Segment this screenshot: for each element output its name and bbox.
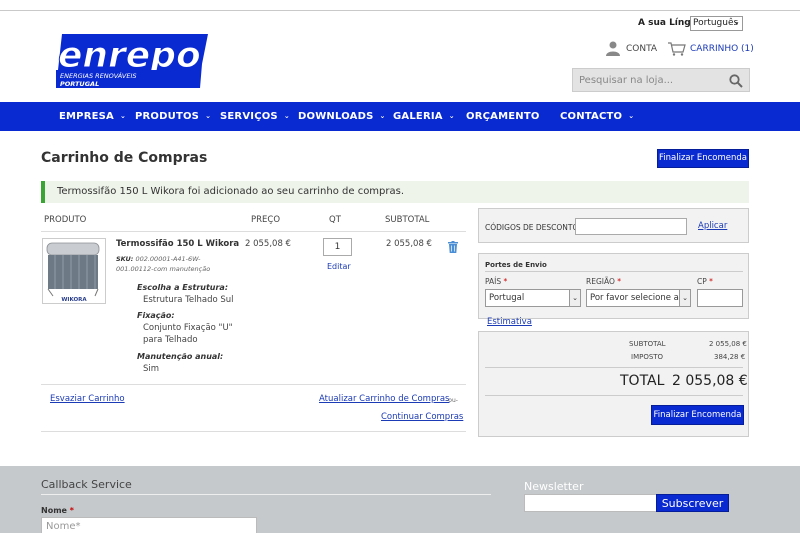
nav-item-downloads[interactable]: DOWNLOADS ⌄ — [298, 111, 386, 122]
logo-line2: PORTUGAL — [60, 80, 99, 88]
option-label-maintenance: Manutenção anual: — [137, 352, 224, 361]
empty-cart-link[interactable]: Esvaziar Carrinho — [50, 394, 125, 404]
zip-label: CP * — [697, 277, 713, 286]
shipping-panel: Portes de Envio PAÍS * REGIÃO * CP * Por… — [478, 253, 749, 319]
totals-divider — [485, 367, 743, 368]
table-divider — [41, 431, 466, 432]
search-box[interactable]: Pesquisar na loja... — [572, 68, 750, 92]
edit-item-link[interactable]: Editar — [327, 262, 351, 271]
discount-code-input[interactable] — [575, 218, 687, 235]
product-image[interactable]: WIKORA — [42, 238, 106, 304]
subtotal-value: 2 055,08 € — [709, 340, 747, 348]
tax-label: IMPOSTO — [631, 353, 664, 361]
cart-link[interactable]: CARRINHO (1) — [690, 44, 754, 54]
grand-total-label: TOTAL — [620, 373, 665, 389]
country-select[interactable]: Portugal ⌄ — [485, 289, 581, 307]
quantity-input[interactable]: 1 — [323, 238, 352, 256]
apply-discount-link[interactable]: Aplicar — [698, 221, 727, 231]
newsletter-email-input[interactable] — [524, 494, 657, 512]
option-value-fixation: Conjunto Fixação "U" para Telhado — [143, 323, 233, 345]
page-title: Carrinho de Compras — [41, 150, 208, 166]
chevron-down-icon: ⌄ — [283, 112, 290, 120]
region-value: Por favor selecione a região — [590, 293, 690, 303]
chevron-down-icon: ⌄ — [379, 112, 386, 120]
cart-icon[interactable] — [668, 41, 686, 56]
search-input[interactable]: Pesquisar na loja... — [579, 75, 673, 86]
country-label: PAÍS * — [485, 277, 508, 286]
item-price: 2 055,08 € — [245, 239, 291, 249]
user-icon[interactable] — [606, 41, 620, 56]
subtotal-label: SUBTOTAL — [629, 340, 666, 348]
subscribe-button[interactable]: Subscrever — [656, 494, 729, 512]
product-name[interactable]: Termossifão 150 L Wikora — [116, 239, 239, 249]
shipping-title: Portes de Envio — [485, 261, 547, 269]
account-link[interactable]: CONTA — [626, 44, 657, 54]
grand-total-value: 2 055,08 € — [672, 373, 748, 389]
nav-item-servicos[interactable]: SERVIÇOS ⌄ — [220, 111, 290, 122]
col-header-qty: QT — [329, 215, 341, 225]
nav-item-contacto[interactable]: CONTACTO ⌄ — [560, 111, 634, 122]
nav-item-orcamento[interactable]: ORÇAMENTO — [466, 111, 540, 122]
or-separator: -ou- — [446, 397, 458, 404]
nav-item-produtos[interactable]: PRODUTOS ⌄ — [135, 111, 211, 122]
option-label-structure: Escolha a Estrutura: — [137, 283, 229, 292]
name-input[interactable]: Nome* — [41, 517, 257, 533]
continue-shopping-link[interactable]: Continuar Compras — [381, 412, 463, 422]
logo-line1: ENERGIAS RENOVÁVEIS — [60, 71, 137, 80]
notice-text: Termossifão 150 L Wikora foi adicionado … — [57, 186, 405, 197]
trash-icon[interactable] — [448, 238, 458, 253]
update-cart-link[interactable]: Atualizar Carrinho de Compras — [319, 394, 449, 404]
top-divider — [0, 10, 800, 11]
callback-divider — [41, 494, 491, 495]
chevron-down-icon: ⌄ — [628, 112, 635, 120]
chevron-down-icon: ⌄ — [119, 112, 127, 120]
nav-item-empresa[interactable]: EMPRESA ⌄ — [59, 111, 126, 122]
main-nav: EMPRESA ⌄ PRODUTOS ⌄ SERVIÇOS ⌄ DOWNLOADS ⌄ … — [0, 102, 800, 131]
tax-value: 384,28 € — [714, 353, 746, 361]
region-select[interactable]: Por favor selecione a região⌄ — [586, 289, 691, 307]
chevron-down-icon: ⌄ — [679, 290, 690, 306]
option-label-fixation: Fixação: — [137, 311, 175, 320]
option-value-structure: Estrutura Telhado Sul — [143, 295, 234, 305]
logo-main-text: enrepo — [58, 35, 201, 76]
col-header-price: PREÇO — [251, 215, 281, 225]
success-notice: Termossifão 150 L Wikora foi adicionado … — [41, 181, 749, 203]
checkout-button-bottom[interactable]: Finalizar Encomenda — [651, 405, 744, 425]
chevron-down-icon: ⌄ — [205, 112, 212, 120]
estimate-link[interactable]: Estimativa — [487, 317, 532, 327]
enrepo-logo[interactable]: enrepo ENERGIAS RENOVÁVEIS PORTUGAL — [52, 30, 210, 92]
product-sku: SKU: 002.00001-A41-6W-001.00112-com manu… — [116, 255, 211, 273]
callback-title: Callback Service — [41, 478, 132, 491]
shipping-divider — [485, 271, 743, 272]
name-placeholder: Nome* — [46, 521, 81, 532]
chevron-down-icon: ⌄ — [448, 112, 455, 120]
item-subtotal: 2 055,08 € — [386, 239, 432, 249]
region-label: REGIÃO * — [586, 277, 622, 286]
checkout-button-top[interactable]: Finalizar Encomenda — [657, 149, 749, 168]
name-label: Nome * — [41, 506, 74, 515]
chevron-down-icon: ⌄ — [733, 17, 740, 26]
discount-panel: CÓDIGOS DE DESCONTO Aplicar — [478, 208, 749, 243]
table-divider — [41, 231, 466, 232]
chevron-down-icon: ⌄ — [569, 290, 580, 306]
country-value: Portugal — [489, 293, 525, 303]
discount-label: CÓDIGOS DE DESCONTO — [485, 223, 579, 232]
product-image-brand: WIKORA — [61, 297, 87, 303]
newsletter-title: Newsletter — [524, 480, 584, 493]
totals-panel: SUBTOTAL 2 055,08 € IMPOSTO 384,28 € TOT… — [478, 331, 749, 437]
language-value: Português — [693, 18, 739, 28]
zip-input[interactable] — [697, 289, 743, 307]
option-value-maintenance: Sim — [143, 364, 160, 374]
nav-item-galeria[interactable]: GALERIA ⌄ — [393, 111, 455, 122]
language-select[interactable]: Português ⌄ — [690, 16, 743, 31]
search-icon[interactable] — [729, 73, 743, 88]
col-header-subtotal: SUBTOTAL — [385, 215, 430, 225]
table-divider — [41, 384, 466, 385]
col-header-product: PRODUTO — [44, 215, 87, 225]
totals-divider — [485, 395, 743, 396]
